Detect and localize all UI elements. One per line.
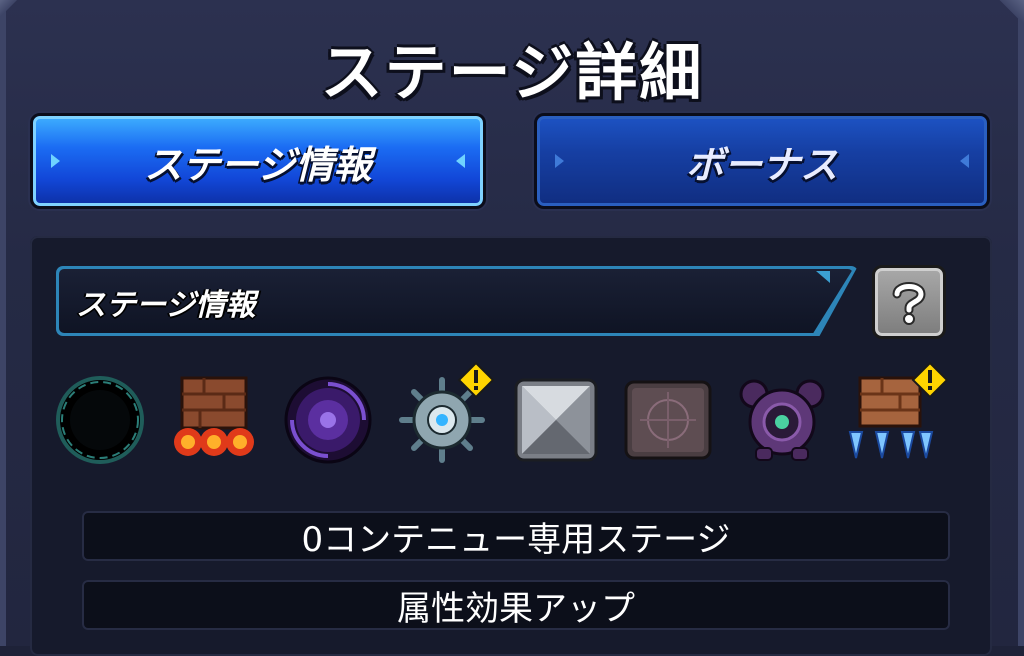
section-header-notch (816, 271, 830, 283)
damage-wall-icon (166, 372, 262, 468)
warning-icon (910, 360, 950, 400)
arrow-left-icon (555, 154, 564, 168)
warp-icon (280, 372, 376, 468)
arrow-right-icon (960, 154, 969, 168)
section-header-label: ステージ情報 (76, 288, 256, 323)
page-title: ステージ詳細 (320, 36, 704, 109)
help-button[interactable] (872, 265, 946, 339)
help-icon (892, 282, 926, 325)
arrow-right-icon (456, 154, 465, 168)
tab-bonus[interactable]: ボーナス (534, 113, 990, 209)
panel-icon (620, 372, 716, 468)
info-row-element-bonus: 属性効果アップ (82, 580, 950, 630)
block-icon (508, 372, 604, 468)
tab-stage-info[interactable]: ステージ情報 (30, 113, 486, 209)
tab-bonus-label: ボーナス (685, 142, 838, 187)
shield-icon (734, 372, 830, 468)
info-row-continue: 0コンテニュー専用ステージ (82, 511, 950, 561)
tab-stage-info-label: ステージ情報 (144, 142, 372, 187)
black-hole-icon (52, 372, 148, 468)
arrow-left-icon (51, 154, 60, 168)
warning-icon (456, 360, 496, 400)
